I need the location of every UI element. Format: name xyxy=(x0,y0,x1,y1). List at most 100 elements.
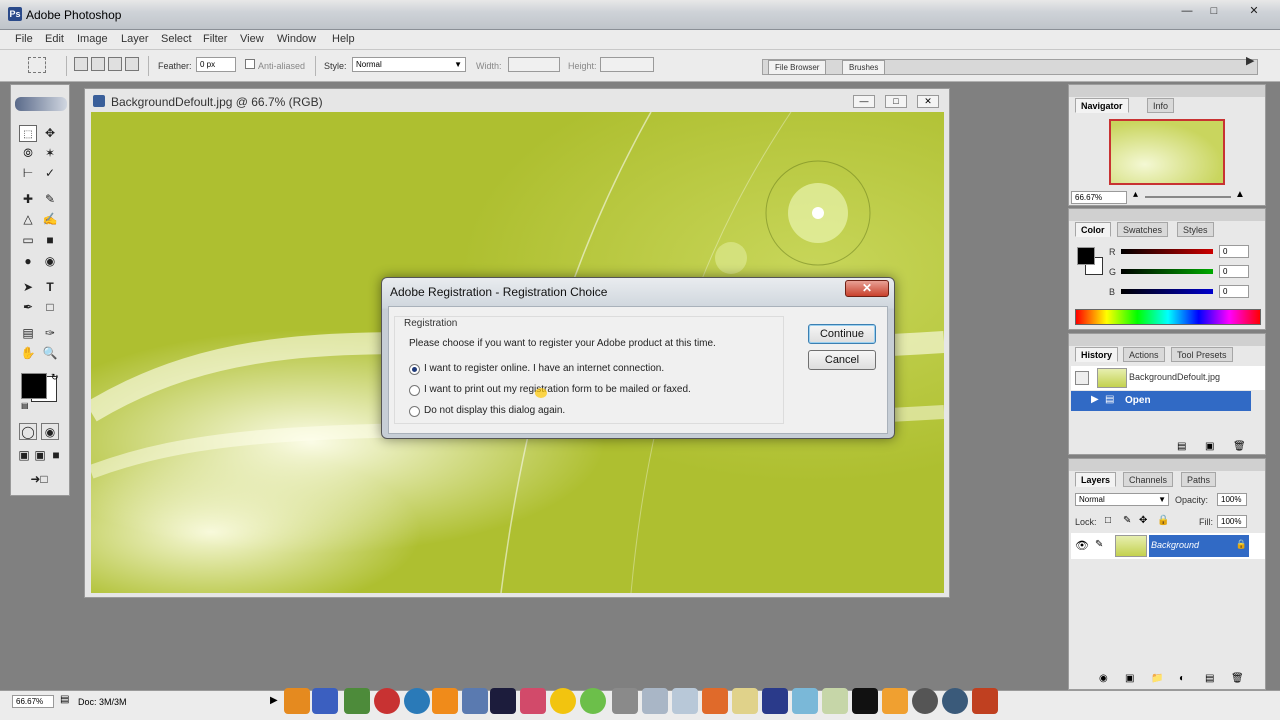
layer-folder-icon[interactable]: 📁 xyxy=(1151,673,1163,684)
doc-maximize-button[interactable]: □ xyxy=(885,95,907,108)
dodge-tool-icon[interactable]: ◉ xyxy=(41,253,59,270)
dock-app-icon[interactable] xyxy=(404,688,430,714)
intersect-selection-icon[interactable] xyxy=(125,57,139,71)
pdf-icon[interactable] xyxy=(702,688,728,714)
tab-styles[interactable]: Styles xyxy=(1177,222,1214,237)
screen-mode-full-icon[interactable]: ■ xyxy=(49,447,63,464)
default-colors-icon[interactable]: ▤ xyxy=(21,401,29,410)
history-slider-icon[interactable]: ▶ xyxy=(1091,394,1099,405)
lasso-tool-icon[interactable]: ⦾ xyxy=(19,145,37,162)
adobe-online-icon[interactable] xyxy=(15,97,67,111)
standard-mode-icon[interactable]: ◯ xyxy=(19,423,37,440)
tab-paths[interactable]: Paths xyxy=(1181,472,1217,487)
restore-button[interactable]: □ xyxy=(1203,4,1225,20)
dock-app-icon[interactable] xyxy=(612,688,638,714)
feather-input[interactable]: 0 px xyxy=(196,57,236,72)
dock-app-icon[interactable] xyxy=(550,688,576,714)
channel-g-slider[interactable] xyxy=(1121,269,1213,274)
menu-select[interactable]: Select xyxy=(161,33,192,45)
blur-tool-icon[interactable]: ● xyxy=(19,253,37,270)
register-online-radio[interactable] xyxy=(409,364,420,375)
status-menu-arrow-icon[interactable]: ▶ xyxy=(270,695,278,706)
dock-app-icon[interactable] xyxy=(852,688,878,714)
dialog-close-button[interactable]: ✕ xyxy=(845,280,889,297)
menu-view[interactable]: View xyxy=(240,33,264,45)
color-ramp[interactable] xyxy=(1075,309,1261,325)
channel-r-slider[interactable] xyxy=(1121,249,1213,254)
menu-filter[interactable]: Filter xyxy=(203,33,227,45)
navigator-thumbnail[interactable] xyxy=(1109,119,1225,185)
width-input[interactable] xyxy=(508,57,560,72)
dock-app-icon[interactable] xyxy=(490,688,516,714)
color-foreground-swatch[interactable] xyxy=(1077,247,1095,265)
delete-layer-icon[interactable]: 🗑 xyxy=(1231,673,1244,684)
navigator-zoom-slider[interactable] xyxy=(1145,196,1231,198)
dock-app-icon[interactable] xyxy=(822,688,848,714)
gradient-tool-icon[interactable]: ■ xyxy=(41,232,59,249)
menu-window[interactable]: Window xyxy=(277,33,316,45)
height-input[interactable] xyxy=(600,57,654,72)
subtract-selection-icon[interactable] xyxy=(108,57,122,71)
lock-position-icon[interactable]: ✥ xyxy=(1139,515,1147,526)
adjustment-layer-icon[interactable]: ◐ xyxy=(1179,673,1185,684)
screen-mode-full-menu-icon[interactable]: ▣ xyxy=(33,447,47,464)
doc-close-button[interactable]: ✕ xyxy=(917,95,939,108)
close-window-button[interactable]: ✕ xyxy=(1236,4,1272,20)
new-selection-icon[interactable] xyxy=(74,57,88,71)
dock-app-icon[interactable] xyxy=(762,688,788,714)
tab-tool-presets[interactable]: Tool Presets xyxy=(1171,347,1233,362)
doc-minimize-button[interactable]: — xyxy=(853,95,875,108)
notes-tool-icon[interactable]: ▤ xyxy=(19,325,37,342)
dock-app-icon[interactable] xyxy=(882,688,908,714)
channel-g-value[interactable]: 0 xyxy=(1219,265,1249,278)
dock-app-icon[interactable] xyxy=(580,688,606,714)
lock-all-icon[interactable]: 🔒 xyxy=(1157,515,1169,526)
lock-transparency-icon[interactable]: □ xyxy=(1105,515,1111,526)
slice-tool-icon[interactable]: ✓ xyxy=(41,165,59,182)
register-online-label[interactable]: I want to register online. I have an int… xyxy=(424,363,664,374)
history-brush-tool-icon[interactable]: ✍ xyxy=(41,211,59,228)
channel-b-slider[interactable] xyxy=(1121,289,1213,294)
history-state-open[interactable]: ▶ ▤ Open xyxy=(1071,391,1251,411)
dock-app-icon[interactable] xyxy=(942,688,968,714)
layer-mask-icon[interactable]: ▣ xyxy=(1125,673,1134,684)
zoom-out-icon[interactable]: ▴ xyxy=(1133,189,1138,200)
layer-style-icon[interactable]: ◉ xyxy=(1099,673,1108,684)
layer-row-background[interactable]: 👁 ✎ Background 🔒 xyxy=(1071,533,1265,559)
marquee-tool-icon[interactable]: ⬚ xyxy=(19,125,37,142)
minimize-button[interactable]: — xyxy=(1176,4,1198,20)
dock-app-icon[interactable] xyxy=(792,688,818,714)
tab-history[interactable]: History xyxy=(1075,347,1119,362)
history-snapshot-row[interactable]: BackgroundDefoult.jpg xyxy=(1071,366,1265,390)
menu-image[interactable]: Image xyxy=(77,33,108,45)
magic-wand-tool-icon[interactable]: ✶ xyxy=(41,145,59,162)
anti-aliased-checkbox[interactable] xyxy=(245,59,255,69)
tab-channels[interactable]: Channels xyxy=(1123,472,1174,487)
palette-well-menu-icon[interactable]: ▶ xyxy=(1246,54,1254,67)
palette-tab-file-browser[interactable]: File Browser xyxy=(768,60,827,75)
print-form-label[interactable]: I want to print out my registration form… xyxy=(424,384,691,395)
zoom-in-icon[interactable]: ▲ xyxy=(1235,189,1245,200)
menu-help[interactable]: Help xyxy=(332,33,355,45)
new-document-from-state-icon[interactable]: ▤ xyxy=(1177,441,1186,452)
print-form-radio[interactable] xyxy=(409,385,420,396)
dock-app-icon[interactable] xyxy=(284,688,310,714)
add-selection-icon[interactable] xyxy=(91,57,105,71)
dock-app-icon[interactable] xyxy=(912,688,938,714)
tab-swatches[interactable]: Swatches xyxy=(1117,222,1169,237)
menu-layer[interactable]: Layer xyxy=(121,33,149,45)
vlc-icon[interactable] xyxy=(432,688,458,714)
do-not-display-label[interactable]: Do not display this dialog again. xyxy=(424,405,565,416)
history-brush-source-icon[interactable] xyxy=(1075,371,1089,385)
lock-paint-icon[interactable]: ✎ xyxy=(1123,515,1131,526)
dock-app-icon[interactable] xyxy=(972,688,998,714)
marquee-preset-icon[interactable] xyxy=(28,57,46,73)
move-tool-icon[interactable]: ✥ xyxy=(41,125,59,142)
dock-app-icon[interactable] xyxy=(732,688,758,714)
fill-input[interactable]: 100% xyxy=(1217,515,1247,528)
navigator-zoom-field[interactable]: 66.67% xyxy=(1071,191,1127,204)
zoom-tool-icon[interactable]: 🔍 xyxy=(41,345,59,362)
delete-state-icon[interactable]: 🗑 xyxy=(1233,441,1246,452)
dock-app-icon[interactable] xyxy=(672,688,698,714)
tab-info[interactable]: Info xyxy=(1147,98,1175,113)
